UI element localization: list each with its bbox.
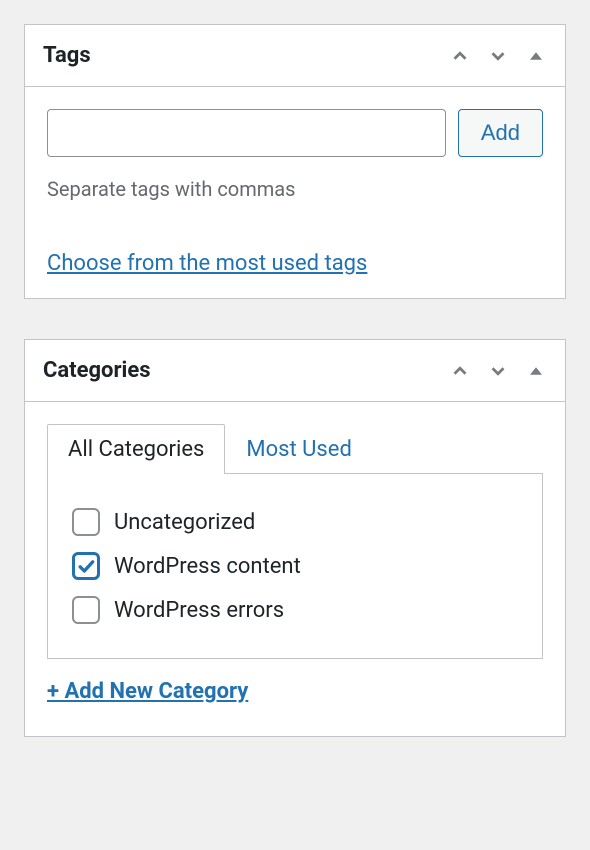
tags-title: Tags	[43, 43, 91, 68]
category-item[interactable]: Uncategorized	[72, 500, 518, 544]
tags-input[interactable]	[47, 109, 446, 157]
category-checkbox[interactable]	[72, 552, 100, 580]
add-tag-button[interactable]: Add	[458, 109, 543, 157]
categories-panel-body: All Categories Most Used Uncategorized W…	[25, 402, 565, 736]
move-up-icon[interactable]	[449, 45, 471, 67]
collapse-toggle-icon[interactable]	[525, 360, 547, 382]
tab-all-categories[interactable]: All Categories	[47, 424, 225, 474]
tags-help-text: Separate tags with commas	[47, 177, 543, 201]
tags-header-controls	[449, 45, 547, 67]
category-label: WordPress errors	[114, 598, 284, 623]
categories-panel-header: Categories	[25, 340, 565, 402]
categories-tabs: All Categories Most Used	[47, 424, 543, 474]
category-label: WordPress content	[114, 554, 301, 579]
category-list: Uncategorized WordPress content WordPres…	[47, 473, 543, 659]
add-new-category-link[interactable]: + Add New Category	[47, 679, 248, 704]
tag-input-row: Add	[47, 109, 543, 157]
category-item[interactable]: WordPress content	[72, 544, 518, 588]
category-item[interactable]: WordPress errors	[72, 588, 518, 632]
tab-most-used[interactable]: Most Used	[225, 424, 372, 474]
category-label: Uncategorized	[114, 510, 255, 535]
categories-title: Categories	[43, 358, 151, 383]
categories-panel: Categories All Categories Most Used Unca…	[24, 339, 566, 737]
tags-panel-body: Add Separate tags with commas Choose fro…	[25, 87, 565, 298]
collapse-toggle-icon[interactable]	[525, 45, 547, 67]
choose-most-used-tags-link[interactable]: Choose from the most used tags	[47, 251, 367, 276]
move-down-icon[interactable]	[487, 45, 509, 67]
move-down-icon[interactable]	[487, 360, 509, 382]
move-up-icon[interactable]	[449, 360, 471, 382]
categories-header-controls	[449, 360, 547, 382]
category-checkbox[interactable]	[72, 596, 100, 624]
tags-panel-header: Tags	[25, 25, 565, 87]
tags-panel: Tags Add Separate tags with commas Choos…	[24, 24, 566, 299]
category-checkbox[interactable]	[72, 508, 100, 536]
